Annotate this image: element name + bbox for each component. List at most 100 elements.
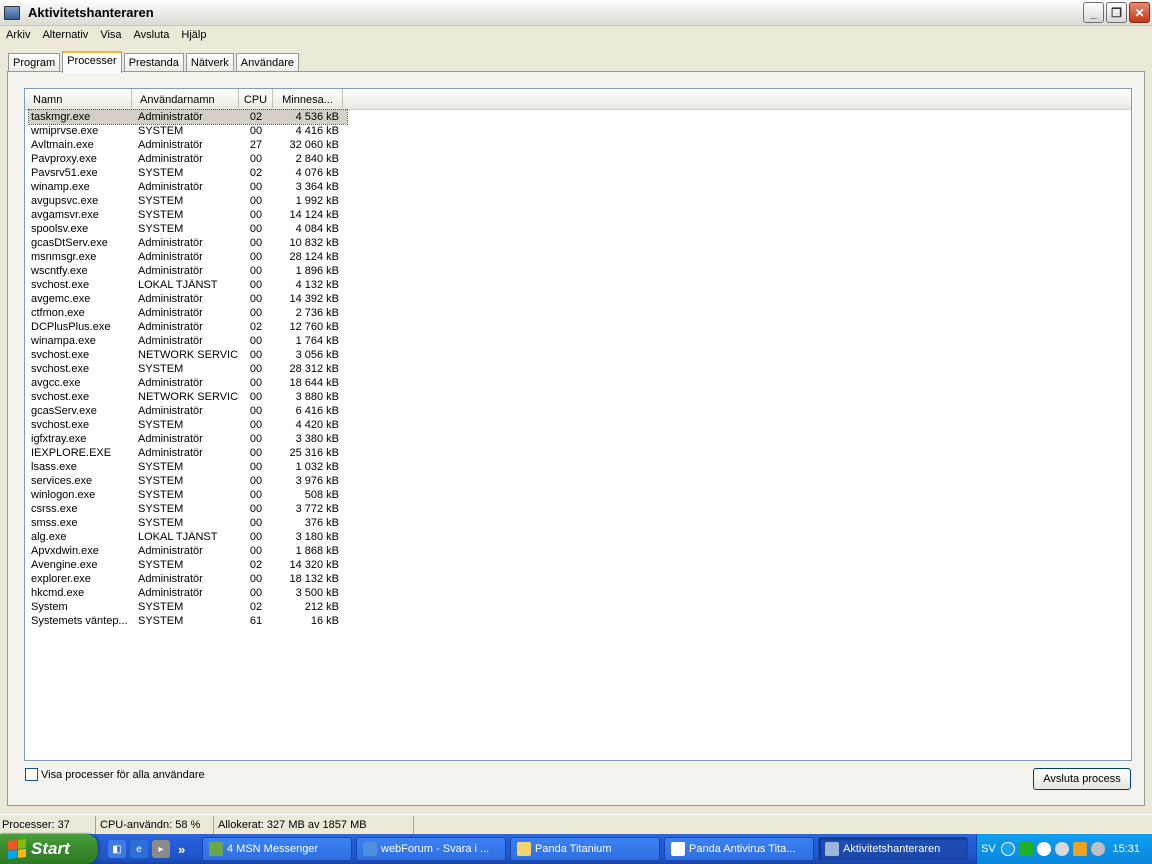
table-row[interactable]: avgupsvc.exe SYSTEM 00 1 992 kB — [25, 194, 1131, 208]
table-row[interactable]: wmiprvse.exe SYSTEM 00 4 416 kB — [25, 124, 1131, 138]
internet-explorer-icon[interactable]: e — [130, 840, 148, 858]
tray-panda-icon[interactable] — [1037, 842, 1051, 856]
table-row[interactable]: explorer.exe Administratör 00 18 132 kB — [25, 572, 1131, 586]
cell-mem: 28 312 kB — [289, 363, 339, 375]
cell-name: svchost.exe — [31, 349, 90, 361]
restore-button[interactable]: ❐ — [1106, 2, 1127, 23]
cell-name: avgemc.exe — [31, 293, 91, 305]
cell-cpu: 00 — [249, 251, 263, 263]
table-row[interactable]: Pavsrv51.exe SYSTEM 02 4 076 kB — [25, 166, 1131, 180]
table-row[interactable]: csrss.exe SYSTEM 00 3 772 kB — [25, 502, 1131, 516]
table-row[interactable]: msnmsgr.exe Administratör 00 28 124 kB — [25, 250, 1131, 264]
show-all-users-checkbox[interactable] — [25, 768, 38, 781]
cell-name: services.exe — [31, 475, 93, 487]
cell-name: winamp.exe — [31, 181, 90, 193]
table-row[interactable]: svchost.exe SYSTEM 00 28 312 kB — [25, 362, 1131, 376]
language-indicator[interactable]: SV — [981, 843, 997, 855]
cell-mem: 1 764 kB — [295, 335, 339, 347]
processes-panel: Namn Användarnamn CPU Minnesa... taskmgr… — [7, 71, 1145, 806]
task-manager-icon — [4, 5, 20, 20]
taskbar-button[interactable]: Panda Titanium — [510, 837, 660, 861]
cell-user: Administratör — [138, 265, 203, 277]
table-row[interactable]: alg.exe LOKAL TJÄNST 00 3 180 kB — [25, 530, 1131, 544]
cell-name: gcasDtServ.exe — [31, 237, 108, 249]
column-header-name[interactable]: Namn — [25, 89, 132, 108]
close-button[interactable]: ✕ — [1129, 2, 1150, 23]
tab-program[interactable]: Program — [8, 53, 61, 72]
table-row[interactable]: taskmgr.exe Administratör 02 4 536 kB — [28, 109, 348, 125]
menu-hjalp[interactable]: Hjälp — [181, 29, 206, 41]
taskbar-button[interactable]: webForum - Svara i ... — [356, 837, 506, 861]
menu-visa[interactable]: Visa — [100, 29, 121, 41]
window-title: Aktivitetshanteraren — [28, 5, 154, 20]
column-header-memory[interactable]: Minnesa... — [273, 89, 343, 108]
table-row[interactable]: smss.exe SYSTEM 00 376 kB — [25, 516, 1131, 530]
menu-arkiv[interactable]: Arkiv — [6, 29, 30, 41]
table-row[interactable]: lsass.exe SYSTEM 00 1 032 kB — [25, 460, 1131, 474]
cell-cpu: 00 — [249, 279, 263, 291]
table-row[interactable]: avgcc.exe Administratör 00 18 644 kB — [25, 376, 1131, 390]
table-row[interactable]: winampa.exe Administratör 00 1 764 kB — [25, 334, 1131, 348]
table-row[interactable]: hkcmd.exe Administratör 00 3 500 kB — [25, 586, 1131, 600]
cell-name: Avengine.exe — [31, 559, 98, 571]
column-header-user[interactable]: Användarnamn — [132, 89, 239, 108]
taskbar-button[interactable]: Panda Antivirus Tita... — [664, 837, 814, 861]
table-row[interactable]: svchost.exe NETWORK SERVICE 00 3 056 kB — [25, 348, 1131, 362]
table-row[interactable]: Systemets väntep... SYSTEM 61 16 kB — [25, 614, 1131, 628]
taskbar-button[interactable]: 4 MSN Messenger — [202, 837, 352, 861]
tray-winamp-icon[interactable] — [1073, 842, 1087, 856]
tab-natverk[interactable]: Nätverk — [185, 53, 234, 72]
table-row[interactable]: avgamsvr.exe SYSTEM 00 14 124 kB — [25, 208, 1131, 222]
cell-cpu: 00 — [249, 153, 263, 165]
show-desktop-icon[interactable]: ◧ — [108, 840, 126, 858]
table-row[interactable]: winamp.exe Administratör 00 3 364 kB — [25, 180, 1131, 194]
cell-mem: 1 032 kB — [295, 461, 339, 473]
cell-user: SYSTEM — [138, 503, 184, 515]
menu-avsluta[interactable]: Avsluta — [134, 29, 170, 41]
table-row[interactable]: services.exe SYSTEM 00 3 976 kB — [25, 474, 1131, 488]
show-all-users-option[interactable]: Visa processer för alla användare — [25, 768, 205, 781]
quick-launch: ◧ e ▸ » — [108, 840, 202, 858]
table-row[interactable]: System SYSTEM 02 212 kB — [25, 600, 1131, 614]
process-list[interactable]: Namn Användarnamn CPU Minnesa... taskmgr… — [24, 88, 1132, 761]
tray-expand-icon[interactable] — [1001, 842, 1015, 856]
table-row[interactable]: gcasDtServ.exe Administratör 00 10 832 kB — [25, 236, 1131, 250]
table-row[interactable]: svchost.exe NETWORK SERVICE 00 3 880 kB — [25, 390, 1131, 404]
cell-cpu: 00 — [249, 419, 263, 431]
tab-processer[interactable]: Processer — [62, 51, 122, 73]
status-processes: Processer: 37 — [0, 815, 96, 834]
tray-avg-icon[interactable] — [1055, 842, 1069, 856]
table-row[interactable]: igfxtray.exe Administratör 00 3 380 kB — [25, 432, 1131, 446]
table-row[interactable]: svchost.exe SYSTEM 00 4 420 kB — [25, 418, 1131, 432]
table-row[interactable]: winlogon.exe SYSTEM 00 508 kB — [25, 488, 1131, 502]
table-row[interactable]: Avltmain.exe Administratör 27 32 060 kB — [25, 138, 1131, 152]
quick-launch-more-icon[interactable]: » — [178, 842, 185, 857]
start-button[interactable]: Start — [0, 834, 98, 864]
table-row[interactable]: Pavproxy.exe Administratör 00 2 840 kB — [25, 152, 1131, 166]
tab-anvandare[interactable]: Användare — [235, 53, 299, 72]
table-row[interactable]: Apvxdwin.exe Administratör 00 1 868 kB — [25, 544, 1131, 558]
table-row[interactable]: DCPlusPlus.exe Administratör 02 12 760 kB — [25, 320, 1131, 334]
tray-network-icon[interactable] — [1019, 842, 1033, 856]
column-header-cpu[interactable]: CPU — [239, 89, 273, 108]
table-row[interactable]: ctfmon.exe Administratör 00 2 736 kB — [25, 306, 1131, 320]
table-row[interactable]: gcasServ.exe Administratör 00 6 416 kB — [25, 404, 1131, 418]
table-row[interactable]: Avengine.exe SYSTEM 02 14 320 kB — [25, 558, 1131, 572]
end-process-button[interactable]: Avsluta process — [1033, 768, 1131, 790]
tab-prestanda[interactable]: Prestanda — [123, 53, 184, 72]
minimize-button[interactable]: _ — [1083, 2, 1104, 23]
taskbar-button-label: Panda Antivirus Tita... — [689, 843, 796, 855]
cell-mem: 4 076 kB — [295, 167, 339, 179]
table-row[interactable]: IEXPLORE.EXE Administratör 00 25 316 kB — [25, 446, 1131, 460]
table-row[interactable]: svchost.exe LOKAL TJÄNST 00 4 132 kB — [25, 278, 1131, 292]
cell-mem: 3 976 kB — [295, 475, 339, 487]
tray-misc-icon[interactable] — [1091, 842, 1105, 856]
cell-user: Administratör — [138, 237, 203, 249]
media-player-icon[interactable]: ▸ — [152, 840, 170, 858]
menu-alternativ[interactable]: Alternativ — [42, 29, 88, 41]
table-row[interactable]: spoolsv.exe SYSTEM 00 4 084 kB — [25, 222, 1131, 236]
table-row[interactable]: avgemc.exe Administratör 00 14 392 kB — [25, 292, 1131, 306]
cell-mem: 3 056 kB — [295, 349, 339, 361]
taskbar-button[interactable]: Aktivitetshanteraren — [818, 837, 968, 861]
table-row[interactable]: wscntfy.exe Administratör 00 1 896 kB — [25, 264, 1131, 278]
